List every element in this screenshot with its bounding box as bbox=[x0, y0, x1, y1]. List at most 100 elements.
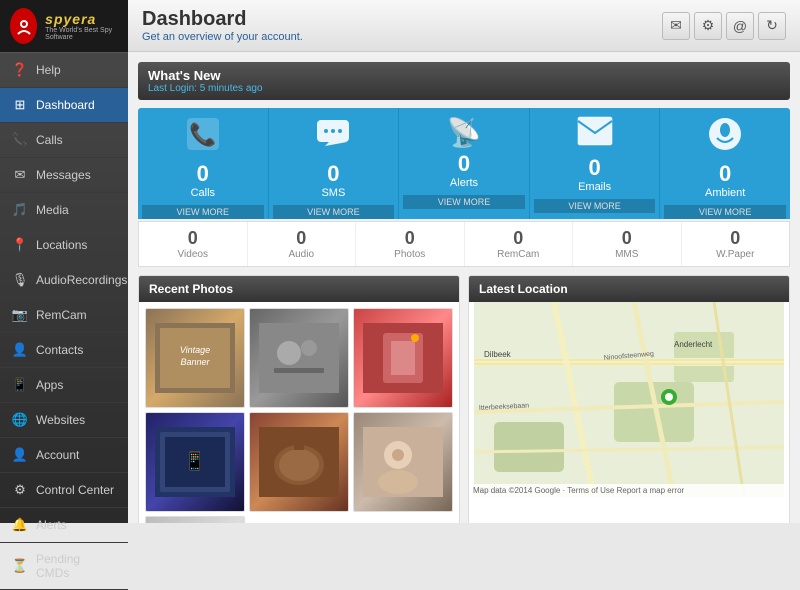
map-svg: Dilbeek Anderlecht Ninoofsteenweg Itterb… bbox=[469, 302, 789, 497]
sidebar-item-alerts[interactable]: 🔔 Alerts bbox=[0, 508, 128, 543]
sms-stat-value: 0 bbox=[327, 161, 339, 187]
photo-thumb-2[interactable] bbox=[249, 308, 349, 408]
stat-alerts: 📡 0 Alerts VIEW MORE bbox=[399, 108, 530, 219]
calls-icon: 📞 bbox=[12, 132, 28, 148]
sidebar-item-account[interactable]: 👤 Account bbox=[0, 438, 128, 473]
sidebar-label-pending-cmds: Pending CMDs bbox=[36, 552, 116, 580]
sidebar-item-locations[interactable]: 📍 Locations bbox=[0, 228, 128, 263]
audio-value: 0 bbox=[296, 228, 306, 249]
alerts-icon: 🔔 bbox=[12, 517, 28, 533]
whats-new-subtitle: Last Login: 5 minutes ago bbox=[148, 83, 780, 94]
photo-thumb-3[interactable] bbox=[353, 308, 453, 408]
locations-icon: 📍 bbox=[12, 237, 28, 253]
latest-location-panel: Latest Location bbox=[468, 275, 790, 523]
ambient-view-more[interactable]: VIEW MORE bbox=[664, 205, 786, 219]
sidebar-label-dashboard: Dashboard bbox=[36, 98, 95, 112]
calls-stat-label: Calls bbox=[191, 187, 215, 199]
videos-label: Videos bbox=[178, 249, 208, 260]
calls-view-more[interactable]: VIEW MORE bbox=[142, 205, 264, 219]
sidebar-item-pending-cmds[interactable]: ⏳ Pending CMDs bbox=[0, 543, 128, 590]
stat-photos: 0 Photos bbox=[356, 222, 465, 266]
sidebar-item-websites[interactable]: 🌐 Websites bbox=[0, 403, 128, 438]
alerts-view-more[interactable]: VIEW MORE bbox=[403, 195, 525, 209]
page-subtitle: Get an overview of your account. bbox=[142, 31, 303, 43]
sms-stat-icon bbox=[315, 116, 351, 159]
photo-thumb-4[interactable]: 📱 bbox=[145, 412, 245, 512]
emails-view-more[interactable]: VIEW MORE bbox=[534, 199, 656, 213]
svg-text:Dilbeek: Dilbeek bbox=[484, 350, 512, 359]
logo-sub-text: The World's Best Spy Software bbox=[45, 27, 118, 41]
svg-text:📞: 📞 bbox=[189, 120, 217, 147]
sidebar-item-messages[interactable]: ✉ Messages bbox=[0, 158, 128, 193]
sidebar-label-websites: Websites bbox=[36, 413, 85, 427]
logo-icon bbox=[10, 8, 37, 44]
sidebar-label-alerts: Alerts bbox=[36, 518, 67, 532]
sidebar-item-apps[interactable]: 📱 Apps bbox=[0, 368, 128, 403]
logo-text: spyera The World's Best Spy Software bbox=[45, 11, 118, 41]
calls-stat-icon: 📞 bbox=[185, 116, 221, 159]
audio-recordings-icon: 🎙 bbox=[12, 272, 28, 288]
sidebar-label-media: Media bbox=[36, 203, 69, 217]
photos-grid: Vintage Banner bbox=[139, 302, 459, 523]
photo-thumb-7[interactable] bbox=[145, 516, 245, 523]
photo-thumb-1[interactable]: Vintage Banner bbox=[145, 308, 245, 408]
sidebar-item-calls[interactable]: 📞 Calls bbox=[0, 123, 128, 158]
ambient-stat-icon bbox=[707, 116, 743, 159]
sidebar-item-control-center[interactable]: ⚙ Control Center bbox=[0, 473, 128, 508]
mms-label: MMS bbox=[615, 249, 638, 260]
content-area: What's New Last Login: 5 minutes ago 📞 0… bbox=[128, 52, 800, 523]
header-text: Dashboard Get an overview of your accoun… bbox=[142, 8, 303, 43]
sidebar-item-dashboard[interactable]: ⊞ Dashboard bbox=[0, 88, 128, 123]
sidebar-label-apps: Apps bbox=[36, 378, 63, 392]
sidebar-item-media[interactable]: 🎵 Media bbox=[0, 193, 128, 228]
sms-stat-label: SMS bbox=[321, 187, 345, 199]
stat-videos: 0 Videos bbox=[139, 222, 248, 266]
alerts-stat-icon: 📡 bbox=[447, 116, 482, 149]
sidebar-item-audio-recordings[interactable]: 🎙 AudioRecordings bbox=[0, 263, 128, 298]
audio-label: Audio bbox=[288, 249, 314, 260]
sms-view-more[interactable]: VIEW MORE bbox=[273, 205, 395, 219]
whats-new-bar: What's New Last Login: 5 minutes ago bbox=[138, 62, 790, 100]
at-button[interactable]: @ bbox=[726, 12, 754, 40]
account-icon: 👤 bbox=[12, 447, 28, 463]
photos-value: 0 bbox=[405, 228, 415, 249]
media-icon: 🎵 bbox=[12, 202, 28, 218]
map-area[interactable]: Dilbeek Anderlecht Ninoofsteenweg Itterb… bbox=[469, 302, 789, 497]
control-center-icon: ⚙ bbox=[12, 482, 28, 498]
settings-button[interactable]: ⚙ bbox=[694, 12, 722, 40]
recent-photos-header: Recent Photos bbox=[139, 276, 459, 302]
pending-cmds-icon: ⏳ bbox=[12, 558, 28, 574]
photo-thumb-6[interactable] bbox=[353, 412, 453, 512]
sidebar-label-control-center: Control Center bbox=[36, 483, 114, 497]
stat-emails: 0 Emails VIEW MORE bbox=[530, 108, 661, 219]
page-header: Dashboard Get an overview of your accoun… bbox=[128, 0, 800, 52]
svg-text:Vintage: Vintage bbox=[180, 345, 210, 355]
stat-audio: 0 Audio bbox=[248, 222, 357, 266]
mms-value: 0 bbox=[622, 228, 632, 249]
refresh-button[interactable]: ↻ bbox=[758, 12, 786, 40]
white-stats-row: 0 Videos 0 Audio 0 Photos 0 RemCam 0 MMS… bbox=[138, 221, 790, 267]
sidebar-label-help: Help bbox=[36, 63, 61, 77]
blue-stats-row: 📞 0 Calls VIEW MORE 0 bbox=[138, 108, 790, 219]
wpaper-label: W.Paper bbox=[716, 249, 754, 260]
stat-mms: 0 MMS bbox=[573, 222, 682, 266]
recent-photos-panel: Recent Photos Vintage Banner bbox=[138, 275, 460, 523]
sidebar-label-messages: Messages bbox=[36, 168, 91, 182]
sidebar-item-contacts[interactable]: 👤 Contacts bbox=[0, 333, 128, 368]
svg-text:📱: 📱 bbox=[184, 450, 206, 471]
page-title: Dashboard bbox=[142, 8, 303, 31]
emails-stat-label: Emails bbox=[578, 181, 611, 193]
photo-thumb-5[interactable] bbox=[249, 412, 349, 512]
photos-label: Photos bbox=[394, 249, 425, 260]
email-button[interactable]: ✉ bbox=[662, 12, 690, 40]
sidebar-item-remcam[interactable]: 📷 RemCam bbox=[0, 298, 128, 333]
sidebar-label-account: Account bbox=[36, 448, 79, 462]
stat-calls: 📞 0 Calls VIEW MORE bbox=[138, 108, 269, 219]
alerts-stat-value: 0 bbox=[458, 151, 470, 177]
sidebar-item-help[interactable]: ❓ Help bbox=[0, 53, 128, 88]
messages-icon: ✉ bbox=[12, 167, 28, 183]
sidebar-label-locations: Locations bbox=[36, 238, 87, 252]
emails-stat-icon bbox=[577, 116, 613, 153]
sidebar: spyera The World's Best Spy Software ❓ H… bbox=[0, 0, 128, 523]
stat-remcam: 0 RemCam bbox=[465, 222, 574, 266]
